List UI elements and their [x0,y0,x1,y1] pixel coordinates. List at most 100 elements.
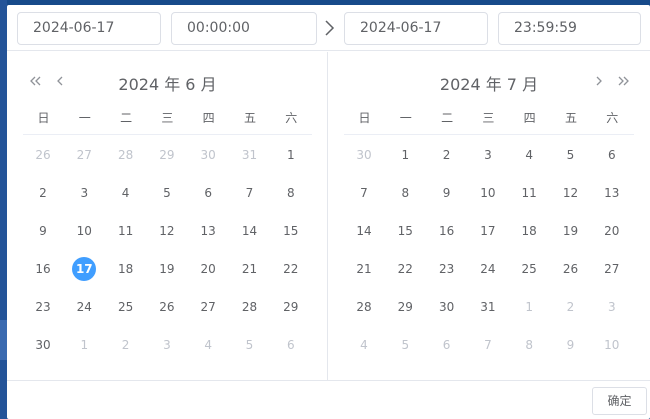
day-cell[interactable]: 20 [193,257,223,281]
day-cell[interactable]: 28 [349,295,379,319]
day-cell[interactable]: 1 [514,295,544,319]
day-cell[interactable]: 4 [514,143,544,167]
day-cell[interactable]: 5 [235,333,265,357]
confirm-button[interactable]: 确定 [592,387,647,415]
day-cell[interactable]: 4 [193,333,223,357]
weekday-label: 二 [120,111,133,125]
end-date-input[interactable]: 2024-06-17 [344,12,488,45]
day-cell[interactable]: 9 [432,181,462,205]
day-cell[interactable]: 28 [235,295,265,319]
day-cell[interactable]: 30 [193,143,223,167]
day-cell[interactable]: 28 [111,143,141,167]
day-cell[interactable]: 25 [111,295,141,319]
day-cell[interactable]: 21 [235,257,265,281]
day-cell[interactable]: 21 [349,257,379,281]
panel-header-left: 2024 年 6 月 [7,52,327,94]
day-cell[interactable]: 27 [597,257,627,281]
day-cell[interactable]: 10 [473,181,503,205]
day-cell[interactable]: 19 [152,257,182,281]
day-cell[interactable]: 3 [473,143,503,167]
start-date-input[interactable]: 2024-06-17 [17,12,161,45]
day-cell[interactable]: 4 [111,181,141,205]
day-cell[interactable]: 30 [349,143,379,167]
day-cell[interactable]: 29 [276,295,306,319]
day-cell[interactable]: 30 [432,295,462,319]
day-cell[interactable]: 18 [111,257,141,281]
day-cell[interactable]: 1 [390,143,420,167]
day-cell[interactable]: 4 [349,333,379,357]
day-cell[interactable]: 2 [432,143,462,167]
day-cell[interactable]: 8 [276,181,306,205]
day-cell[interactable]: 6 [276,333,306,357]
day-cell[interactable]: 13 [193,219,223,243]
day-cell-selected[interactable]: 17 [69,257,99,281]
day-cell[interactable]: 15 [276,219,306,243]
day-cell[interactable]: 22 [276,257,306,281]
day-cell[interactable]: 9 [28,219,58,243]
day-cell[interactable]: 2 [111,333,141,357]
weekday-row-left: 日一二三四五六 [23,109,312,135]
weekday-label: 三 [161,111,174,125]
day-cell[interactable]: 7 [349,181,379,205]
day-cell[interactable]: 31 [473,295,503,319]
day-cell[interactable]: 14 [235,219,265,243]
day-cell[interactable]: 6 [193,181,223,205]
day-cell[interactable]: 24 [69,295,99,319]
day-cell[interactable]: 3 [69,181,99,205]
day-cell[interactable]: 27 [69,143,99,167]
day-cell[interactable]: 3 [597,295,627,319]
day-cell[interactable]: 14 [349,219,379,243]
day-cell[interactable]: 9 [556,333,586,357]
day-cell[interactable]: 6 [432,333,462,357]
day-cell[interactable]: 6 [597,143,627,167]
day-cell[interactable]: 29 [390,295,420,319]
day-cell[interactable]: 5 [556,143,586,167]
day-cell[interactable]: 7 [235,181,265,205]
day-cell[interactable]: 26 [28,143,58,167]
day-cell[interactable]: 26 [556,257,586,281]
day-cell[interactable]: 18 [514,219,544,243]
day-cell[interactable]: 29 [152,143,182,167]
day-cell[interactable]: 8 [514,333,544,357]
day-cell[interactable]: 13 [597,181,627,205]
day-cell[interactable]: 25 [514,257,544,281]
day-cell[interactable]: 5 [390,333,420,357]
day-cell[interactable]: 31 [235,143,265,167]
day-cell[interactable]: 2 [556,295,586,319]
day-cell[interactable]: 19 [556,219,586,243]
day-cell[interactable]: 8 [390,181,420,205]
day-cell[interactable]: 7 [473,333,503,357]
day-cell[interactable]: 24 [473,257,503,281]
day-cell[interactable]: 17 [473,219,503,243]
day-cell[interactable]: 30 [28,333,58,357]
day-cell[interactable]: 11 [514,181,544,205]
day-cell[interactable]: 23 [28,295,58,319]
day-cell[interactable]: 12 [556,181,586,205]
end-time-input[interactable]: 23:59:59 [498,12,641,45]
day-cell[interactable]: 15 [390,219,420,243]
day-cell[interactable]: 22 [390,257,420,281]
time-header: 2024-06-17 00:00:00 2024-06-17 23:59:59 [7,5,650,51]
day-cell[interactable]: 1 [276,143,306,167]
day-cell[interactable]: 5 [152,181,182,205]
day-cell[interactable]: 10 [597,333,627,357]
day-cell[interactable]: 27 [193,295,223,319]
day-cell[interactable]: 26 [152,295,182,319]
day-cell[interactable]: 23 [432,257,462,281]
day-cell[interactable]: 10 [69,219,99,243]
day-cell[interactable]: 3 [152,333,182,357]
day-cell[interactable]: 16 [28,257,58,281]
calendar-panel-right: 2024 年 7 月 日一二三四五六 30 1 2 3 4 5 6 7 8 9 10 11 12 13 14… [328,52,650,381]
double-chevron-right-icon[interactable] [616,74,630,88]
day-cell[interactable]: 12 [152,219,182,243]
panel-header-right: 2024 年 7 月 [328,52,650,94]
start-time-input[interactable]: 00:00:00 [171,12,317,45]
day-cell[interactable]: 2 [28,181,58,205]
day-cell[interactable]: 20 [597,219,627,243]
selected-day-label: 17 [72,257,97,281]
day-cell[interactable]: 11 [111,219,141,243]
chevron-right-icon[interactable] [592,74,606,88]
day-cell[interactable]: 16 [432,219,462,243]
weekday-label: 六 [285,111,298,125]
day-cell[interactable]: 1 [69,333,99,357]
